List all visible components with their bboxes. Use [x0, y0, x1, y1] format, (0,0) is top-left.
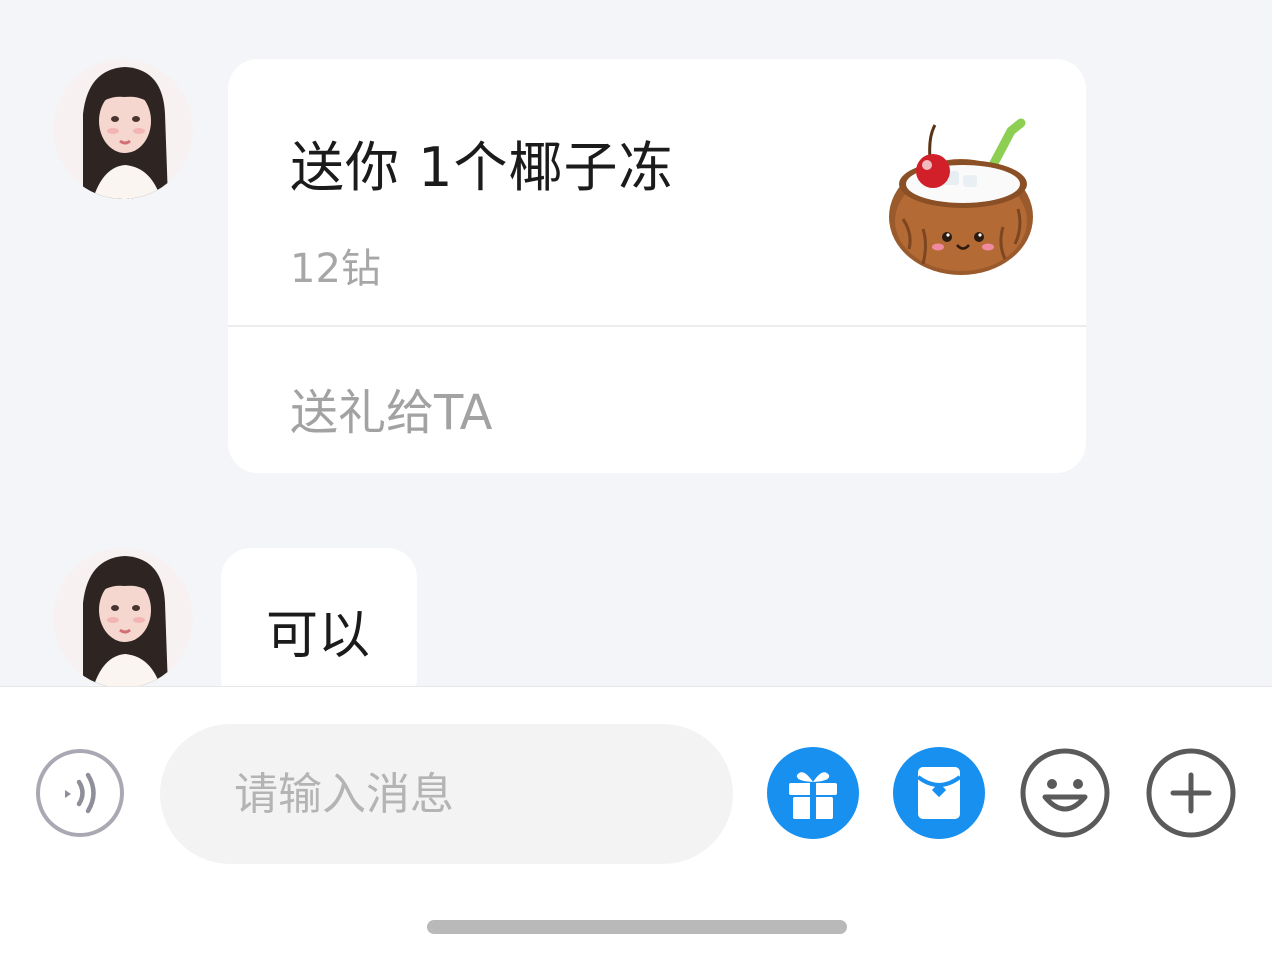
gift-message-card[interactable]: 送你 1个椰子冻 12钻 送礼给TA: [228, 59, 1086, 473]
voice-button[interactable]: [35, 748, 125, 838]
text-message-bubble[interactable]: 可以: [221, 548, 417, 686]
gift-title: 送你 1个椰子冻: [290, 136, 674, 199]
message-input-bar: [0, 686, 1272, 955]
smiley-icon: [1020, 748, 1110, 838]
red-packet-button[interactable]: [893, 747, 985, 839]
more-button[interactable]: [1145, 747, 1237, 839]
avatar-photo: [53, 548, 193, 686]
gift-button[interactable]: [767, 747, 859, 839]
sender-avatar[interactable]: [53, 548, 193, 686]
card-divider: [228, 325, 1086, 327]
gift-box-icon: [767, 747, 859, 839]
home-indicator[interactable]: [427, 920, 847, 934]
chat-message-list[interactable]: 送你 1个椰子冻 12钻 送礼给TA 可以: [0, 0, 1272, 686]
voice-icon: [36, 749, 124, 837]
gift-price: 12钻: [290, 246, 381, 292]
emoji-button[interactable]: [1019, 747, 1111, 839]
send-gift-link[interactable]: 送礼给TA: [290, 373, 492, 443]
message-text: 可以: [266, 606, 371, 666]
sender-avatar[interactable]: [53, 59, 193, 199]
avatar-photo: [53, 59, 193, 199]
red-packet-icon: [893, 747, 985, 839]
message-input[interactable]: [160, 724, 733, 864]
plus-icon: [1146, 748, 1236, 838]
coconut-jelly-icon: [883, 109, 1043, 279]
